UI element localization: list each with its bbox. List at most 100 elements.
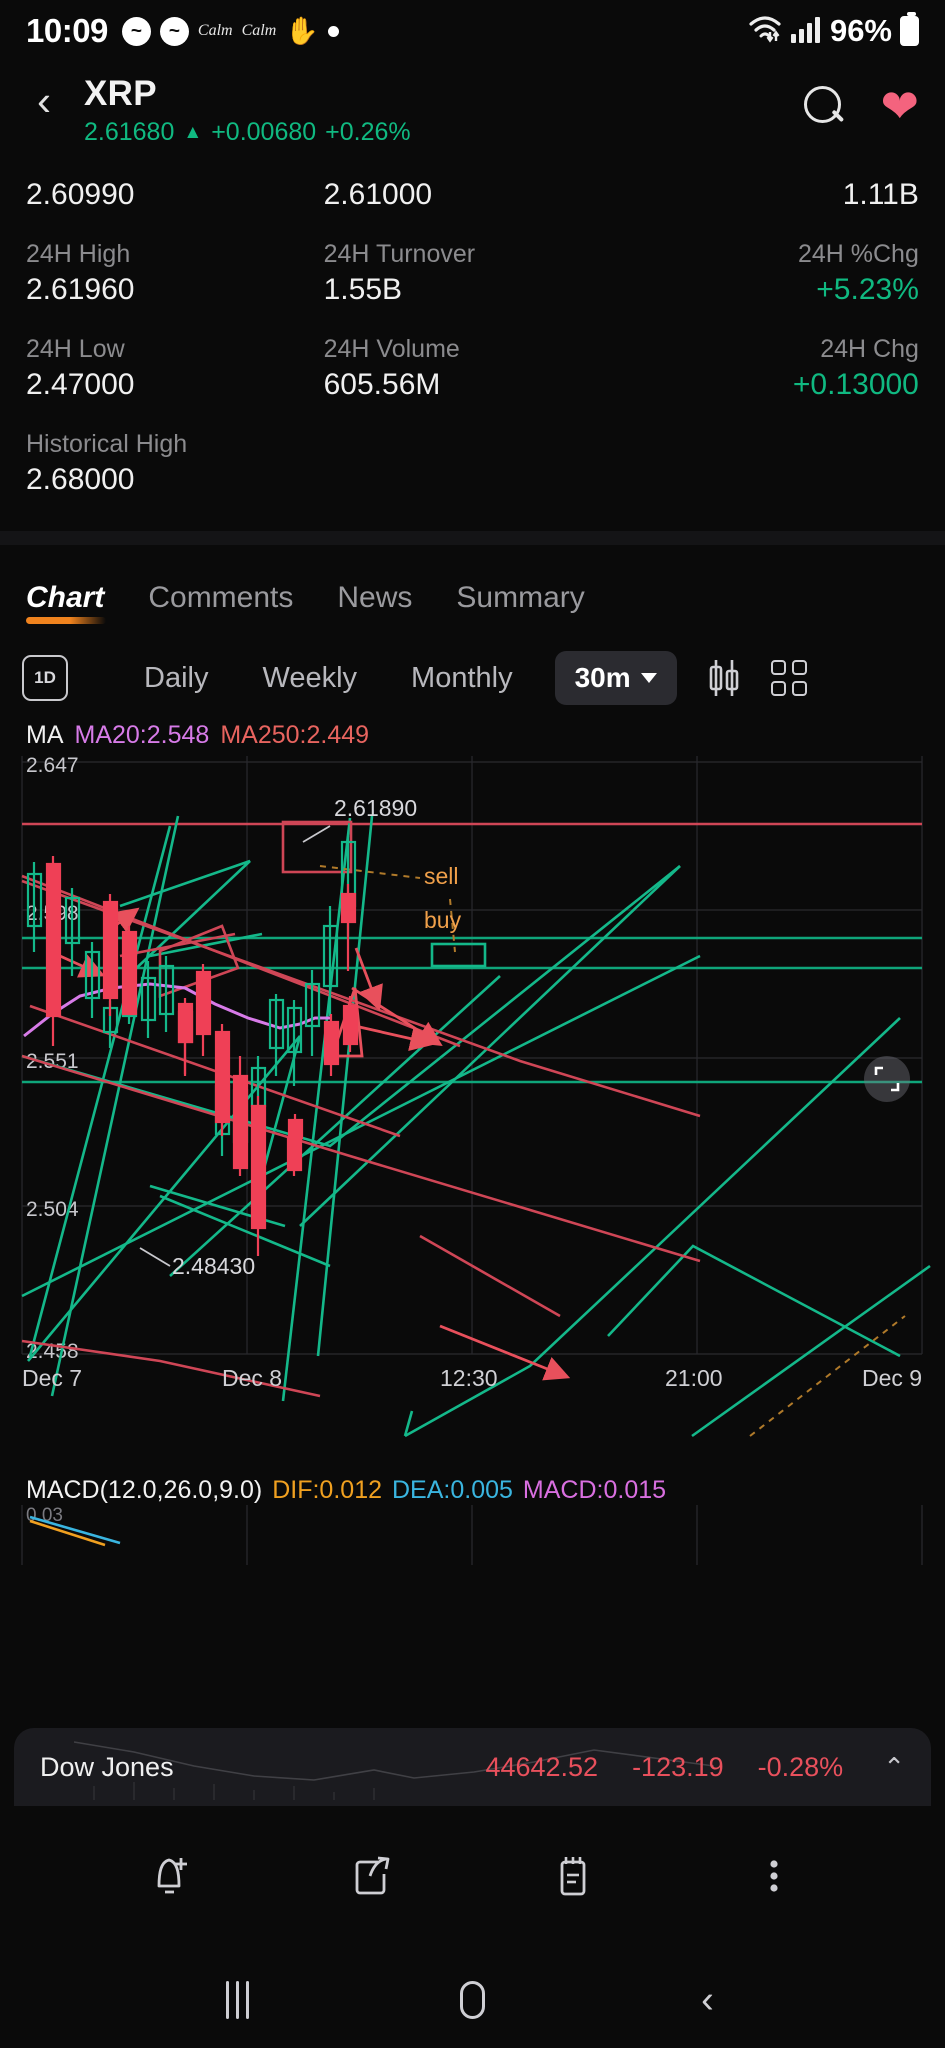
price-change-abs: +0.00680 [211,117,317,146]
hand-icon: ✋ [285,15,319,46]
chart-low-value: 2.48430 [172,1253,255,1279]
android-nav-bar: ‹ [0,1952,945,2048]
back-icon: ‹ [701,1979,714,2021]
stats-row: 2.60990 2.61000 1.11B [26,178,919,212]
stat-value-24h-pct-chg: +5.23% [816,273,919,306]
stat-value-24h-turnover: 1.55B [323,273,403,306]
status-bar-notification-icons: ~ ~ Calm Calm ✋ [121,15,339,46]
stat-value-open: 2.60990 [26,178,135,211]
ma-legend-title: MA [26,721,64,749]
stats-row: 24H Low 2.47000 24H Volume 605.56M 24H C… [26,335,919,402]
status-bar-clock: 10:09 [26,12,108,49]
page-title: XRP [84,74,157,113]
section-divider [0,531,945,545]
tab-chart[interactable]: Chart [26,581,107,627]
app-screen: 10:09 ~ ~ Calm Calm ✋ 96% ‹ XRP 2.61680 … [0,0,945,2048]
svg-text:12:30: 12:30 [440,1365,498,1391]
timeframe-selected-dropdown[interactable]: 30m [554,651,677,705]
ticker-last-value: 44642.52 [485,1751,599,1782]
share-icon[interactable] [337,1841,407,1911]
timeframe-monthly[interactable]: Monthly [411,662,513,695]
app-header: ‹ XRP 2.61680 ▲ +0.00680 +0.26% ❤ [0,62,945,154]
chart-high-value: 2.61890 [334,795,417,821]
recents-icon [226,1981,249,2019]
messenger-icon: ~ [121,16,151,46]
ma250-value: MA250:2.449 [220,721,370,749]
favorite-heart-icon[interactable]: ❤ [880,83,919,129]
chevron-up-icon[interactable]: ⌃ [883,1752,905,1783]
back-button[interactable]: ‹ [18,76,70,132]
macd-indicator-legend: MACD(12.0,26.0,9.0) DIF:0.012 DEA:0.005 … [0,1466,945,1505]
messenger-icon-2: ~ [159,16,189,46]
nav-home-button[interactable] [433,1970,513,2030]
price-chart[interactable]: 2.647 2.598 2.551 2.504 2.458 [0,756,945,1466]
cellular-signal-icon [790,14,822,49]
stat-value-market-cap: 1.11B [842,178,919,211]
macd-macd-value: MACD:0.015 [522,1476,667,1504]
tab-news[interactable]: News [337,581,412,627]
timeframe-selected-label: 30m [574,662,631,693]
more-options-icon[interactable] [739,1841,809,1911]
macd-dea-value: DEA:0.005 [392,1476,513,1504]
stat-value-prev-close: 2.61000 [323,178,433,211]
home-icon [460,1981,485,2019]
macd-dif-value: DIF:0.012 [272,1476,382,1504]
status-bar: 10:09 ~ ~ Calm Calm ✋ 96% [0,0,945,62]
tab-comments[interactable]: Comments [148,581,293,627]
fullscreen-expand-button[interactable] [864,1056,910,1102]
tab-summary[interactable]: Summary [456,581,584,627]
stat-label-24h-high: 24H High [26,240,131,268]
stat-label-24h-volume: 24H Volume [323,335,460,363]
macd-chart-panel[interactable]: 0.03 [0,1505,945,1565]
stat-label-historical-high: Historical High [26,430,188,458]
macd-legend-title: MACD(12.0,26.0,9.0) [26,1476,263,1504]
status-bar-system-icons: 96% [748,12,919,49]
last-price: 2.61680 [84,117,175,146]
price-chart-canvas[interactable]: 2.647 2.598 2.551 2.504 2.458 [0,756,945,1456]
price-up-arrow-icon: ▲ [183,121,203,143]
stats-row: 24H High 2.61960 24H Turnover 1.55B 24H … [26,240,919,307]
chevron-down-icon [640,673,657,683]
chart-buy-label: buy [424,907,462,933]
market-ticker-bar[interactable]: Dow Jones 44642.52 -123.19 -0.28% ⌃ [14,1728,931,1806]
alert-add-bell-icon[interactable] [136,1841,206,1911]
calm-app-icon-2: Calm [241,22,277,39]
wifi-icon [748,14,782,49]
battery-icon [900,12,919,46]
nav-recents-button[interactable] [198,1970,278,2030]
ticker-change: -123.19 [632,1751,724,1782]
stat-label-24h-low: 24H Low [26,335,125,363]
header-actions: ❤ [804,76,919,130]
timeframe-daily[interactable]: Daily [144,662,208,695]
one-day-icon[interactable]: 1D [22,655,68,701]
header-price-row: 2.61680 ▲ +0.00680 +0.26% [84,118,804,147]
stat-value-24h-low: 2.47000 [26,368,135,401]
svg-text:Dec 8: Dec 8 [222,1365,282,1391]
stat-value-historical-high: 2.68000 [26,463,135,496]
timeframe-weekly[interactable]: Weekly [262,662,357,695]
search-icon[interactable] [804,86,846,128]
ma-indicator-legend: MA MA20:2.548 MA250:2.449 [0,705,945,756]
stats-row: Historical High 2.68000 [26,430,919,497]
calm-app-icon: Calm [197,22,233,39]
chart-type-candle-icon[interactable] [707,658,741,698]
stat-value-24h-high: 2.61960 [26,273,135,306]
nav-back-button[interactable]: ‹ [668,1970,748,2030]
battery-percent-label: 96% [829,13,892,48]
dot-icon [327,25,339,37]
svg-text:21:00: 21:00 [665,1365,723,1391]
chart-layout-grid-icon[interactable] [770,660,807,696]
bottom-action-bar [0,1806,945,1946]
ticker-change-pct: -0.28% [757,1751,844,1782]
svg-text:2.647: 2.647 [26,756,79,777]
ma20-value: MA20:2.548 [74,721,210,749]
stat-value-24h-volume: 605.56M [323,368,441,401]
header-symbol-block: XRP 2.61680 ▲ +0.00680 +0.26% [84,74,804,147]
content-tabs: Chart Comments News Summary [0,545,945,627]
stat-label-24h-chg: 24H Chg [820,335,919,363]
stat-value-24h-chg: +0.13000 [792,368,919,401]
notepad-icon[interactable] [538,1841,608,1911]
svg-text:Dec 7: Dec 7 [22,1365,82,1391]
stat-label-24h-pct-chg: 24H %Chg [797,240,919,268]
chart-sell-label: sell [424,863,459,889]
